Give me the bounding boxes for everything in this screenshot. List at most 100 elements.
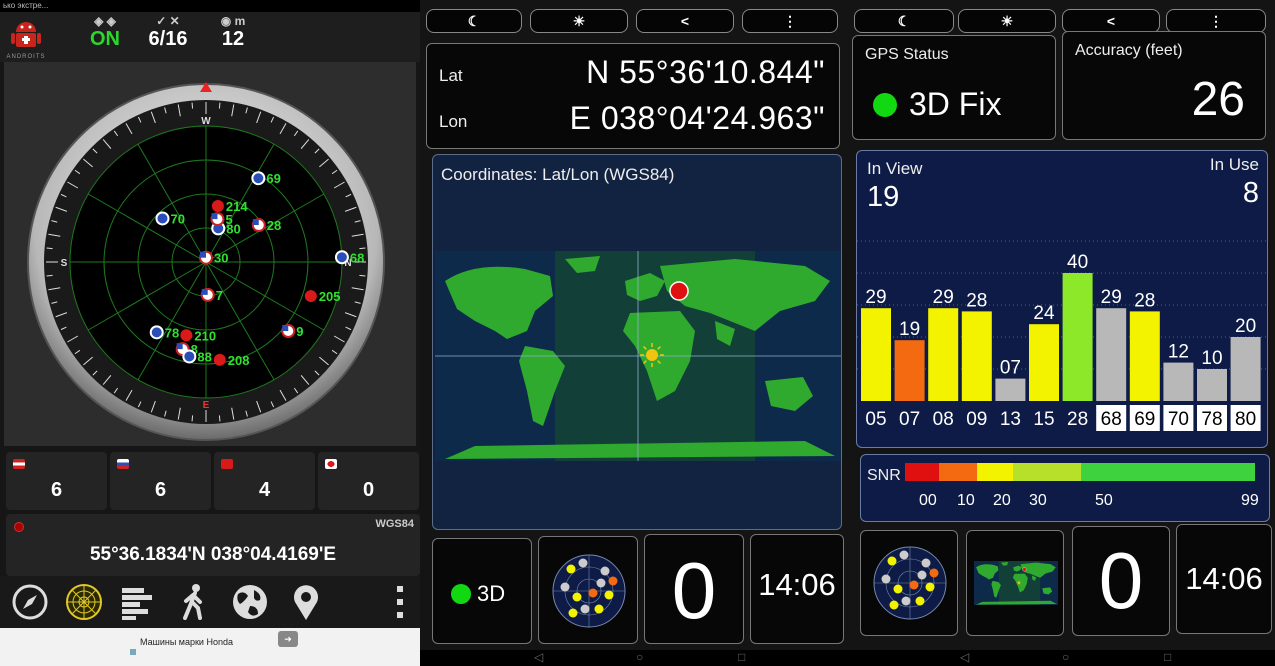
- moon-icon: ☾: [467, 13, 481, 29]
- walking-icon[interactable]: [174, 582, 214, 622]
- menu-button[interactable]: ⋮: [1166, 9, 1266, 33]
- more-icon: ⋮: [1209, 13, 1223, 29]
- signal-bar: [1096, 308, 1127, 401]
- satellite-id-label: 70: [170, 211, 184, 226]
- ad-banner[interactable]: Машины марки Honda ➜: [0, 628, 420, 666]
- compass-icon[interactable]: [10, 582, 50, 622]
- sat-us-flag-canton: [200, 251, 206, 258]
- gps-fix-icon: ◈ ◈: [94, 14, 116, 28]
- sky-plot-compass[interactable]: WNES80521470692868302057978 2108 88 208: [4, 62, 416, 446]
- android-nav-bar: ◁ ○ □: [848, 650, 1275, 666]
- snr-legend-box: SNR 00 10 20 30 50 99: [860, 454, 1270, 522]
- cn-flag-icon: [221, 459, 233, 469]
- sun-position-icon: [646, 349, 658, 361]
- snr-tick-label: 20: [993, 492, 1011, 509]
- bar-value-label: 19: [899, 319, 920, 340]
- satellite-id-label: 30: [214, 251, 228, 266]
- sky-tile[interactable]: [860, 530, 958, 636]
- dial-tick: [359, 274, 366, 277]
- fix-dot-icon: [451, 584, 471, 604]
- android-logo-icon: [11, 22, 41, 47]
- signal-bar: [1129, 311, 1160, 401]
- logo-text: ANDROITS: [6, 54, 46, 60]
- time-tile[interactable]: 14:06: [750, 534, 844, 644]
- snr-scale-segment: [1013, 463, 1081, 481]
- more-icon[interactable]: [380, 582, 420, 622]
- sats-in-use-tile[interactable]: 0: [1072, 526, 1170, 636]
- sun-icon: ☀: [572, 13, 586, 29]
- sat-us-flag-canton: [252, 219, 259, 226]
- sat-cn-flag-icon: [304, 290, 317, 303]
- ru-flag-icon: [117, 459, 129, 469]
- accuracy-box: Accuracy (feet) 26: [1062, 31, 1266, 140]
- android-nav-bar: ◁ ○ □: [420, 650, 848, 666]
- menu-button[interactable]: ⋮: [742, 9, 838, 33]
- gps-status-box: GPS Status 3D Fix: [852, 35, 1056, 140]
- sat-us-flag-canton: [211, 213, 218, 220]
- dial-tick: [46, 247, 53, 250]
- nav-back-icon[interactable]: ◁: [534, 650, 543, 664]
- satellite-id-label: 208: [228, 353, 250, 368]
- night-mode-button[interactable]: ☾: [854, 9, 954, 33]
- nav-recents-icon[interactable]: □: [738, 650, 745, 664]
- gps-status-label: GPS Status: [865, 46, 949, 63]
- sat-ru-flag-icon: [155, 211, 170, 226]
- share-button[interactable]: <: [636, 9, 734, 33]
- in-view-value: 19: [867, 181, 900, 213]
- top-status-bar: ANDROITS ◈ ◈ ON ✓ ✕ 6/16 ◉ m 12: [0, 12, 420, 62]
- satellite-prn-label: 78: [1201, 409, 1222, 430]
- sat-us-flag-canton: [201, 288, 208, 295]
- in-view-label: In View: [867, 159, 923, 178]
- ad-text: Машины марки Honda: [140, 637, 233, 647]
- nav-recents-icon[interactable]: □: [1164, 650, 1171, 664]
- satellites-status: ✓ ✕ 6/16: [138, 14, 198, 51]
- signal-bar: [995, 378, 1026, 401]
- share-button[interactable]: <: [1062, 9, 1160, 33]
- sat-cn-flag-icon: [180, 329, 193, 342]
- radar-icon[interactable]: [64, 582, 104, 622]
- satellite-id-label: 88: [197, 349, 211, 364]
- brightness-button[interactable]: ☀: [958, 9, 1056, 33]
- nav-home-icon[interactable]: ○: [636, 650, 643, 664]
- world-map[interactable]: [435, 251, 841, 461]
- mini-world-map: [974, 561, 1058, 605]
- constellation-count-us: 6: [6, 452, 107, 510]
- map-tile[interactable]: [966, 530, 1064, 636]
- mini-sky-satellite: [596, 578, 606, 588]
- time-tile[interactable]: 14:06: [1176, 524, 1272, 634]
- constellation-count-ru: 6: [110, 452, 211, 510]
- night-mode-button[interactable]: ☾: [426, 9, 522, 33]
- fix-tile[interactable]: 3D: [432, 538, 532, 644]
- signal-bar: [1163, 362, 1194, 401]
- nav-home-icon[interactable]: ○: [1062, 650, 1069, 664]
- gps-test-map-panel: ☾ ☀ < ⋮ Lat N 55°36'10.844" Lon E 038°04…: [420, 0, 848, 666]
- satellite-prn-label: 08: [933, 409, 954, 430]
- sats-in-use-value: 0: [1098, 536, 1144, 625]
- accuracy-value: 26: [1191, 73, 1245, 126]
- sats-in-use-value: 0: [671, 546, 717, 635]
- snr-color-scale: 00 10 20 30 50 99: [905, 463, 1259, 509]
- sky-tile[interactable]: [538, 536, 638, 644]
- satellite-prn-label: 15: [1033, 409, 1054, 430]
- snr-tick-label: 30: [1029, 492, 1047, 509]
- mini-sky-satellite: [608, 576, 618, 586]
- satellite-prn-label: 09: [966, 409, 987, 430]
- accuracy-value: 12: [221, 28, 245, 50]
- nav-back-icon[interactable]: ◁: [960, 650, 969, 664]
- signal-bars-icon[interactable]: [118, 582, 158, 622]
- location-pin-icon[interactable]: [286, 582, 326, 622]
- sat-ru-flag-icon: [182, 349, 197, 364]
- bar-value-label: 24: [1033, 303, 1055, 324]
- globe-icon[interactable]: [230, 582, 270, 622]
- sats-in-use-tile[interactable]: 0: [644, 534, 744, 644]
- bar-value-label: 20: [1235, 316, 1256, 337]
- lat-lon-box: Lat N 55°36'10.844" Lon E 038°04'24.963": [426, 43, 840, 149]
- brightness-button[interactable]: ☀: [530, 9, 628, 33]
- mini-sky-satellite: [915, 596, 925, 606]
- gps-status-value: 3D Fix: [909, 86, 1002, 122]
- ad-arrow-icon[interactable]: ➜: [278, 631, 298, 647]
- satellite-prn-label: 13: [1000, 409, 1021, 430]
- satellite-id-label: 5: [225, 212, 232, 227]
- bearing-label: W: [201, 116, 211, 127]
- snr-tick-label: 50: [1095, 492, 1113, 509]
